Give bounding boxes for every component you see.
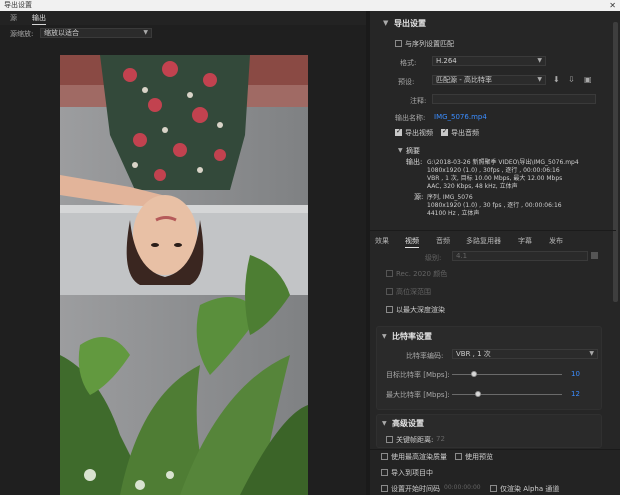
chevron-down-icon[interactable]: ▼	[398, 147, 403, 154]
format-label: 格式:	[400, 59, 417, 67]
tab-video[interactable]: 视频	[405, 236, 419, 248]
tab-multiplexer[interactable]: 多路复用器	[466, 236, 501, 246]
render-alpha-only-checkbox[interactable]	[490, 485, 497, 492]
max-bitrate-slider[interactable]	[452, 394, 562, 395]
summary-source-label: 源:	[414, 193, 424, 201]
chevron-down-icon: ▼	[589, 350, 594, 357]
chevron-down-icon[interactable]: ▼	[382, 420, 387, 427]
close-icon[interactable]: ✕	[609, 0, 616, 11]
import-into-project-checkbox[interactable]	[381, 469, 388, 476]
bitrate-encoding-label: 比特率编码:	[406, 352, 444, 360]
high-bit-depth-label: 高位深范围	[396, 288, 431, 296]
start-timecode-value[interactable]: 00:00:00:00	[444, 484, 481, 491]
format-value: H.264	[436, 57, 457, 65]
render-alpha-only-label: 仅渲染 Alpha 通道	[500, 485, 560, 493]
summary-source-line: 44100 Hz , 立体声	[427, 210, 480, 217]
chevron-down-icon: ▼	[143, 29, 148, 36]
bitrate-encoding-value: VBR , 1 次	[456, 350, 491, 358]
set-start-timecode-label: 设置开始时间码	[391, 485, 440, 493]
level-dropdown[interactable]: 4.1	[452, 251, 588, 261]
max-bitrate-label: 最大比特率 [Mbps]:	[386, 391, 450, 399]
output-name-label: 输出名称:	[395, 114, 426, 122]
target-bitrate-label: 目标比特率 [Mbps]:	[386, 371, 450, 379]
export-video-checkbox[interactable]	[395, 127, 402, 136]
keyframe-distance-label: 关键帧距离:	[396, 436, 434, 444]
summary-output-label: 输出:	[406, 158, 423, 166]
match-sequence-label: 与序列设置匹配	[405, 40, 454, 48]
export-settings-title: 导出设置	[394, 19, 426, 28]
chevron-down-icon: ▼	[537, 57, 542, 64]
comment-input[interactable]	[432, 94, 596, 104]
output-name-link[interactable]: IMG_5076.mp4	[434, 113, 487, 121]
export-video-label: 导出视频	[405, 129, 433, 137]
target-bitrate-slider[interactable]	[452, 374, 562, 375]
window-title: 导出设置	[4, 1, 32, 9]
rec2020-label: Rec. 2020 颜色	[396, 270, 448, 278]
source-scale-dropdown[interactable]: 缩放以适合 ▼	[40, 28, 152, 38]
import-into-project-label: 导入到项目中	[391, 469, 433, 477]
tab-effects[interactable]: 效果	[375, 236, 389, 246]
target-bitrate-value[interactable]: 10	[571, 370, 580, 378]
high-bit-depth-checkbox[interactable]	[386, 288, 393, 295]
keyframe-distance-checkbox[interactable]	[386, 436, 393, 443]
level-value: 4.1	[456, 252, 468, 260]
preset-dropdown[interactable]: 匹配源 - 高比特率 ▼	[432, 75, 546, 85]
max-render-quality-checkbox[interactable]	[381, 453, 388, 460]
bitrate-settings-title: 比特率设置	[392, 332, 432, 341]
save-preset-icon[interactable]: ⬇	[553, 75, 560, 84]
use-previews-checkbox[interactable]	[455, 453, 462, 460]
summary-title: 摘要	[406, 147, 420, 155]
max-depth-label: 以最大深度渲染	[396, 306, 445, 314]
max-bitrate-value[interactable]: 12	[571, 390, 580, 398]
tab-audio[interactable]: 音频	[436, 236, 450, 246]
tab-separator	[370, 230, 616, 231]
chevron-down-icon: ▼	[537, 76, 542, 83]
level-checkbox[interactable]	[591, 252, 598, 259]
preset-label: 预设:	[398, 78, 415, 86]
source-scale-label: 源缩放:	[10, 30, 34, 38]
tab-source[interactable]: 源	[10, 13, 17, 23]
summary-output-line: AAC, 320 Kbps, 48 kHz, 立体声	[427, 183, 518, 190]
advanced-settings-title: 高级设置	[392, 419, 424, 428]
chevron-down-icon[interactable]: ▼	[382, 333, 387, 340]
target-bitrate-slider-handle[interactable]	[471, 371, 477, 377]
tab-captions[interactable]: 字幕	[518, 236, 532, 246]
preset-value: 匹配源 - 高比特率	[436, 76, 492, 84]
tab-output[interactable]: 输出	[32, 13, 46, 25]
bitrate-encoding-dropdown[interactable]: VBR , 1 次 ▼	[452, 349, 598, 359]
settings-scrollbar[interactable]	[613, 22, 618, 302]
delete-preset-icon[interactable]: ▣	[584, 75, 592, 84]
settings-tabs: 效果 视频 音频 多路复用器 字幕 发布	[375, 236, 615, 248]
import-preset-icon[interactable]: ⇩	[568, 75, 575, 84]
rec2020-checkbox[interactable]	[386, 270, 393, 277]
export-audio-checkbox[interactable]	[441, 127, 448, 136]
preview-tab-row: 源 输出	[0, 11, 366, 25]
use-previews-label: 使用预览	[465, 453, 493, 461]
tab-publish[interactable]: 发布	[549, 236, 563, 246]
keyframe-distance-value[interactable]: 72	[436, 435, 445, 443]
export-audio-label: 导出音频	[451, 129, 479, 137]
output-preview-image	[60, 55, 308, 495]
format-dropdown[interactable]: H.264 ▼	[432, 56, 546, 66]
source-scale-value: 缩放以适合	[44, 29, 79, 37]
match-sequence-checkbox[interactable]	[395, 40, 402, 47]
preview-photo-graphic	[60, 55, 308, 495]
max-depth-checkbox[interactable]	[386, 306, 393, 313]
level-label: 级别:	[425, 254, 442, 262]
set-start-timecode-checkbox[interactable]	[381, 485, 388, 492]
comment-label: 注释:	[410, 97, 427, 105]
chevron-down-icon[interactable]: ▼	[383, 19, 388, 27]
max-render-quality-label: 使用最高渲染质量	[391, 453, 447, 461]
window-title-bar: 导出设置 ✕	[0, 0, 620, 11]
